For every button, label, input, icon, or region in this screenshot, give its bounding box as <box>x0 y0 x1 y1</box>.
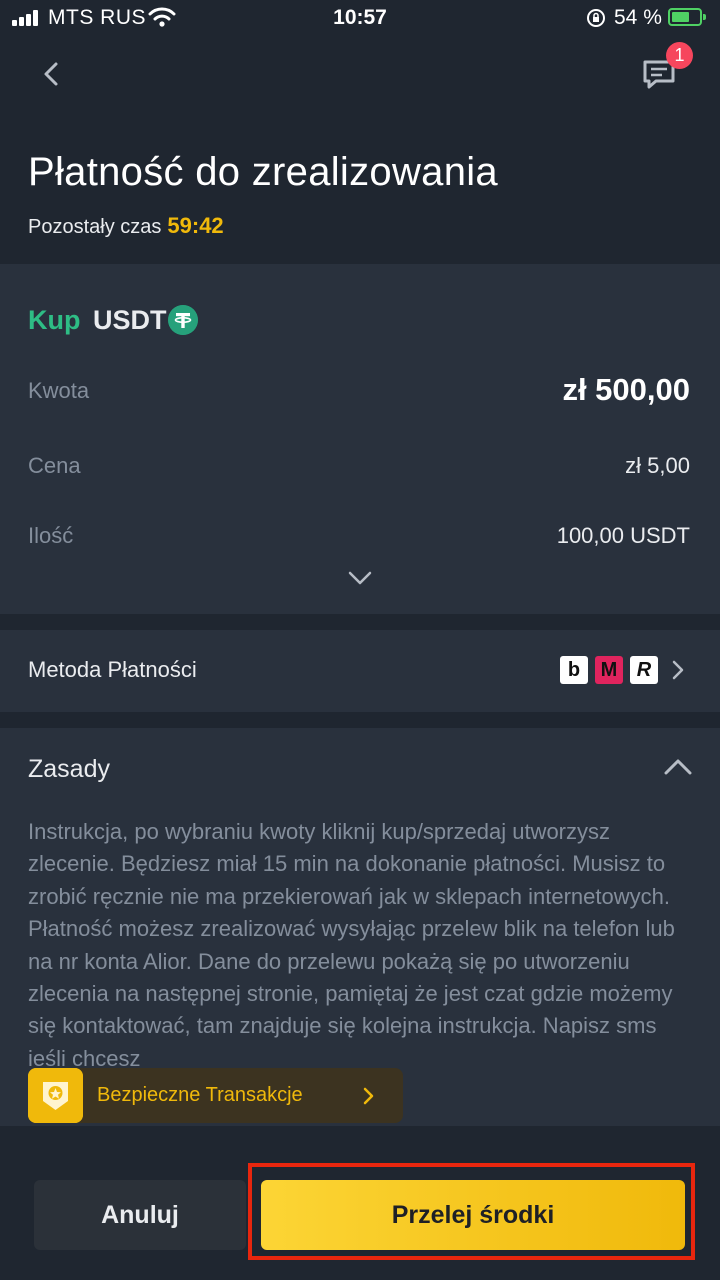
battery-icon <box>668 8 706 26</box>
status-bar: MTS RUS 10:57 54 % <box>0 0 720 38</box>
timer-label: Pozostały czas <box>28 216 162 238</box>
page-title: Płatność do zrealizowania <box>28 150 498 194</box>
usdt-icon <box>168 305 198 335</box>
clock: 10:57 <box>333 6 387 29</box>
safe-transactions-label: Bezpieczne Transakcje <box>97 1084 303 1106</box>
quantity-label: Ilość <box>28 523 74 548</box>
rules-text: Instrukcja, po wybraniu kwoty kliknij ku… <box>28 819 675 1066</box>
shield-star-icon <box>28 1068 83 1123</box>
back-arrow-icon[interactable] <box>36 58 68 90</box>
cancel-button[interactable]: Anuluj <box>34 1180 246 1250</box>
rotation-lock-icon <box>587 9 605 27</box>
revolut-logo-icon: R <box>630 656 658 684</box>
amount-value: zł 500,00 <box>562 372 690 407</box>
order-side: Kup <box>28 305 81 335</box>
order-asset: USDT <box>93 305 167 335</box>
section-divider <box>0 712 720 728</box>
battery-percent: 54 % <box>614 6 662 29</box>
chevron-right-icon <box>363 1087 374 1105</box>
remaining-time: Pozostały czas 59:42 <box>28 213 224 239</box>
rules-title: Zasady <box>28 755 110 783</box>
blik-logo-icon: b <box>560 656 588 684</box>
chat-badge: 1 <box>666 42 693 69</box>
quantity-value: 100,00 USDT <box>556 523 690 548</box>
chevron-down-icon[interactable] <box>346 568 374 588</box>
section-divider <box>0 614 720 630</box>
amount-label: Kwota <box>28 378 90 403</box>
payment-method-label: Metoda Płatności <box>28 657 197 682</box>
price-value: zł 5,00 <box>625 453 690 478</box>
price-label: Cena <box>28 453 81 478</box>
mbank-logo-icon: M <box>595 656 623 684</box>
chevron-up-icon[interactable] <box>662 756 694 778</box>
highlight-box <box>248 1163 695 1260</box>
timer-value: 59:42 <box>167 213 224 238</box>
chevron-right-icon[interactable] <box>670 658 686 682</box>
